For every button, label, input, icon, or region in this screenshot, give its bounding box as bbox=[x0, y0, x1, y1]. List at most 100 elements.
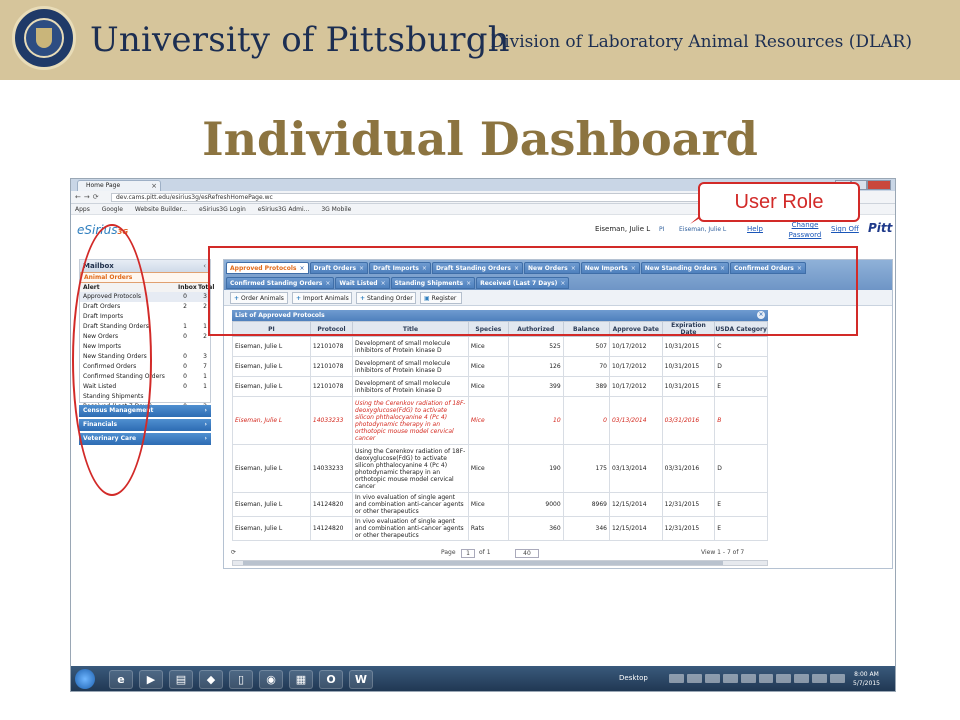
bookmark-item[interactable]: Apps bbox=[75, 206, 90, 213]
tab-draft-imports[interactable]: Draft Imports × bbox=[369, 262, 431, 274]
close-tab-icon[interactable]: × bbox=[359, 265, 364, 272]
bookmark-item[interactable]: 3G Mobile bbox=[321, 206, 351, 213]
tray-icon[interactable] bbox=[812, 674, 828, 683]
table-row[interactable]: Eiseman, Julie L 14033233 Using the Cerenk… bbox=[232, 396, 768, 445]
help-link[interactable]: Help bbox=[747, 225, 763, 233]
tray-icon[interactable] bbox=[669, 674, 684, 683]
tray-icon[interactable] bbox=[758, 674, 774, 683]
tray-icon[interactable] bbox=[740, 674, 756, 683]
ie-icon[interactable]: e bbox=[109, 670, 133, 689]
folder-icon[interactable]: ▤ bbox=[169, 670, 193, 689]
mailbox-row[interactable]: Draft Standing Orders 1 1 bbox=[80, 322, 210, 332]
change-password-link[interactable]: Change Password bbox=[785, 220, 825, 240]
tab-draft-orders[interactable]: Draft Orders × bbox=[309, 262, 369, 274]
order-animals-button[interactable]: + Order Animals bbox=[230, 292, 288, 304]
tab-received-last-7-days[interactable]: Received (Last 7 Days) × bbox=[476, 276, 570, 289]
bookmark-item[interactable]: eSirius3G Admi... bbox=[258, 206, 310, 213]
role-user-select[interactable]: Eiseman, Julie L bbox=[679, 226, 726, 233]
tab-approved-protocols[interactable]: Approved Protocols × bbox=[226, 262, 309, 274]
mailbox-row[interactable]: Draft Orders 2 2 bbox=[80, 302, 210, 312]
close-tab-icon[interactable]: × bbox=[514, 265, 519, 272]
tray-icon[interactable] bbox=[686, 674, 702, 683]
rows-per-page-select[interactable]: 40 bbox=[515, 549, 539, 558]
close-tab-icon[interactable]: × bbox=[422, 265, 427, 272]
tab-new-imports[interactable]: New Imports × bbox=[580, 262, 640, 274]
column-header[interactable]: Approve Date bbox=[608, 321, 663, 337]
close-tab-icon[interactable]: × bbox=[631, 265, 636, 272]
tray-icon[interactable] bbox=[776, 674, 792, 683]
desktop-toolbar-label[interactable]: Desktop bbox=[619, 674, 648, 682]
close-tab-icon[interactable]: × bbox=[571, 265, 576, 272]
app-icon[interactable]: ◆ bbox=[199, 670, 223, 689]
tab-confirmed-orders[interactable]: Confirmed Orders × bbox=[730, 262, 806, 274]
column-header[interactable]: Expiration Date bbox=[661, 321, 716, 337]
close-tab-icon[interactable]: × bbox=[797, 265, 802, 272]
word-icon[interactable]: W bbox=[349, 670, 373, 689]
scroll-thumb[interactable] bbox=[243, 561, 723, 565]
close-tab-icon[interactable]: × bbox=[151, 181, 157, 191]
column-header[interactable]: Species bbox=[467, 321, 509, 337]
tab-new-orders[interactable]: New Orders × bbox=[524, 262, 580, 274]
tab-draft-standing-orders[interactable]: Draft Standing Orders × bbox=[431, 262, 523, 274]
mailbox-row[interactable]: Wait Listed 0 1 bbox=[80, 382, 210, 392]
table-row[interactable]: Eiseman, Julie L 12101078 Development of s… bbox=[232, 356, 768, 377]
document-icon[interactable]: ▯ bbox=[229, 670, 253, 689]
tab-new-standing-orders[interactable]: New Standing Orders × bbox=[640, 262, 730, 274]
mailbox-row[interactable]: Confirmed Orders 0 7 bbox=[80, 362, 210, 372]
column-header[interactable]: Authorized bbox=[507, 321, 564, 337]
taskbar-clock[interactable]: 8:00 AM 5/7/2015 bbox=[853, 670, 880, 688]
table-row[interactable]: Eiseman, Julie L 14124820 In vivo evaluati… bbox=[232, 492, 768, 517]
close-window-button[interactable] bbox=[866, 180, 891, 190]
column-header[interactable]: Title bbox=[352, 321, 469, 337]
mailbox-row[interactable]: New Imports bbox=[80, 342, 210, 352]
close-tab-icon[interactable]: × bbox=[466, 280, 471, 287]
bookmark-item[interactable]: Website Builder... bbox=[135, 206, 187, 213]
photos-icon[interactable]: ▦ bbox=[289, 670, 313, 689]
bookmark-item[interactable]: Google bbox=[102, 206, 123, 213]
media-player-icon[interactable]: ▶ bbox=[139, 670, 163, 689]
nav-arrows-icon[interactable]: ←→⟳ bbox=[75, 193, 102, 201]
mailbox-section-animal-orders[interactable]: Animal Orders bbox=[80, 272, 210, 283]
refresh-icon[interactable]: ⟳ bbox=[231, 549, 236, 556]
start-button-icon[interactable] bbox=[75, 669, 95, 689]
column-header[interactable]: Protocol bbox=[309, 321, 354, 337]
collapse-grid-icon[interactable]: × bbox=[757, 311, 765, 319]
bookmark-item[interactable]: eSirius3G Login bbox=[199, 206, 246, 213]
mailbox-row[interactable]: New Standing Orders 0 3 bbox=[80, 352, 210, 362]
mailbox-row[interactable]: New Orders 0 2 bbox=[80, 332, 210, 342]
column-header[interactable]: USDA Category bbox=[714, 321, 768, 337]
standing-order-button[interactable]: + Standing Order bbox=[356, 292, 416, 304]
tab-confirmed-standing-orders[interactable]: Confirmed Standing Orders × bbox=[226, 276, 335, 289]
column-header[interactable]: PI bbox=[232, 321, 311, 337]
tray-icon[interactable] bbox=[722, 674, 738, 683]
outlook-icon[interactable]: O bbox=[319, 670, 343, 689]
close-tab-icon[interactable]: × bbox=[720, 265, 725, 272]
sign-off-link[interactable]: Sign Off bbox=[831, 225, 859, 233]
role-select[interactable]: PI bbox=[659, 226, 664, 233]
mailbox-row[interactable]: Confirmed Standing Orders 0 1 bbox=[80, 372, 210, 382]
tab-standing-shipments[interactable]: Standing Shipments × bbox=[390, 276, 476, 289]
mailbox-row[interactable]: Approved Protocols 0 3 bbox=[80, 292, 210, 302]
browser-tab[interactable]: Home Page × bbox=[77, 180, 161, 191]
table-row[interactable]: Eiseman, Julie L 14124820 In vivo evaluati… bbox=[232, 516, 768, 541]
table-row[interactable]: Eiseman, Julie L 14033233 Using the Cerenk… bbox=[232, 444, 768, 493]
close-tab-icon[interactable]: × bbox=[381, 280, 386, 287]
tab-wait-listed[interactable]: Wait Listed × bbox=[335, 276, 390, 289]
page-input[interactable]: 1 bbox=[461, 549, 475, 558]
section-financials[interactable]: Financials › bbox=[79, 419, 211, 431]
table-row[interactable]: Eiseman, Julie L 12101078 Development of s… bbox=[232, 336, 768, 357]
tray-icon[interactable] bbox=[830, 674, 846, 683]
table-row[interactable]: Eiseman, Julie L 12101078 Development of s… bbox=[232, 376, 768, 397]
close-tab-icon[interactable]: × bbox=[299, 265, 304, 272]
close-tab-icon[interactable]: × bbox=[560, 280, 565, 287]
mailbox-row[interactable]: Standing Shipments bbox=[80, 392, 210, 402]
register-button[interactable]: ▣ Register bbox=[420, 292, 462, 304]
mailbox-row[interactable]: Draft Imports bbox=[80, 312, 210, 322]
import-animals-button[interactable]: + Import Animals bbox=[292, 292, 352, 304]
chrome-icon[interactable]: ◉ bbox=[259, 670, 283, 689]
mailbox-header[interactable]: Mailbox ‹ bbox=[80, 260, 210, 272]
close-tab-icon[interactable]: × bbox=[325, 280, 330, 287]
tray-icon[interactable] bbox=[704, 674, 720, 683]
section-census-management[interactable]: Census Management › bbox=[79, 405, 211, 417]
column-header[interactable]: Balance bbox=[562, 321, 610, 337]
